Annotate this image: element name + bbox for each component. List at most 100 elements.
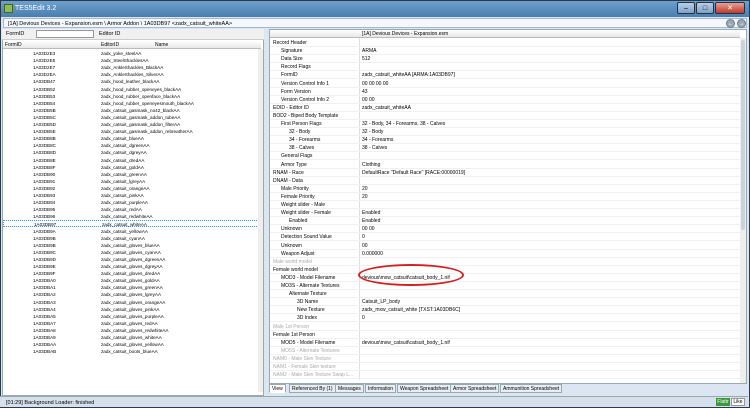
record-row[interactable]: 1A03DB95 zadx_catsuit_redAA (3, 206, 261, 213)
record-row[interactable]: 1A03DBA2 zadx_catsuit_gloves_lgreyAA (3, 291, 261, 298)
minimize-button[interactable]: – (677, 2, 695, 14)
field-row[interactable]: Version Control Info 2 00 00 (270, 96, 740, 104)
record-row[interactable]: 1A03DB93 zadx_catsuit_pinkAA (3, 192, 261, 199)
field-row[interactable]: Form Version 43 (270, 88, 740, 96)
field-row[interactable]: 38 - Calves 38 - Calves (270, 144, 740, 153)
record-row[interactable]: 1A03DB96 zadx_catsuit_redwhiteAA (3, 213, 261, 220)
field-row[interactable]: Male Priority 20 (270, 185, 740, 193)
back-arrow-icon[interactable]: ← (726, 19, 735, 28)
maximize-button[interactable]: □ (696, 2, 714, 14)
field-row[interactable]: MO5S - Alternate Textures (270, 347, 740, 355)
field-row[interactable]: Female 1st Person (270, 331, 740, 339)
record-row[interactable]: 1A03DB47 zadx_hood_leather_blackAA (3, 78, 261, 85)
field-row[interactable]: FormID zadx_catsuit_whiteAA [ARMA:1A03DB9… (270, 71, 740, 80)
field-row[interactable]: MOD3 - Model Filename devious\mxw_catsuit… (270, 274, 740, 282)
record-row[interactable]: 1A03DBA9 zadx_catsuit_gloves_whiteAA (3, 334, 261, 341)
field-row[interactable]: Signature ARMA (270, 47, 740, 56)
record-row[interactable]: 1A03DB8D zadx_catsuit_dgreyAA (3, 149, 261, 156)
field-row[interactable]: 3D Name Catsuit_LP_body (270, 298, 740, 307)
record-row[interactable]: 1A03DBAA zadx_catsuit_gloves_yellowAA (3, 341, 261, 348)
record-row[interactable]: 1A03DB5B zadx_catsuit_gasmask_no42_blackA… (3, 107, 261, 114)
field-row[interactable]: Unknown 00 00 (270, 225, 740, 234)
field-row[interactable]: First Person Flags 32 - Body, 34 - Forear… (270, 120, 740, 128)
record-row[interactable]: 1A03DB9E zadx_catsuit_gloves_dgreyAA (3, 263, 261, 270)
record-row[interactable]: 1A03DB9F zadx_catsuit_gloves_dredAA (3, 270, 261, 277)
record-row[interactable]: 1A03DB54 zadx_hood_rubber_openeyesmouth_b… (3, 100, 261, 107)
forward-arrow-icon[interactable]: → (737, 19, 746, 28)
record-row[interactable]: 1A03DB8C zadx_catsuit_dgreenAA (3, 142, 261, 149)
record-row[interactable]: 1A03D2EA zadx_AnkleShackles_SilverAA (3, 71, 261, 78)
tab-ammunition-spreadsheet[interactable]: Ammunition Spreadsheet (500, 384, 563, 393)
record-row[interactable]: 1A03DBA0 zadx_catsuit_gloves_goldAA (3, 277, 261, 284)
tab-messages[interactable]: Messages (335, 384, 364, 393)
record-row[interactable]: 1A03DB92 zadx_catsuit_orangeAA (3, 185, 261, 192)
field-row[interactable]: Female world model (270, 266, 740, 274)
field-row[interactable]: Male world model (270, 258, 740, 266)
field-row[interactable]: Armor Type Clothing (270, 161, 740, 169)
field-row[interactable]: RNAM - Race DefaultRace "Default Race" [R… (270, 169, 740, 177)
field-row[interactable]: Female Priority 20 (270, 193, 740, 201)
record-row[interactable]: 1A03DB9D zadx_catsuit_gloves_dgreenAA (3, 256, 261, 263)
record-row[interactable]: 1A03DBA8 zadx_catsuit_gloves_redwhiteAA (3, 327, 261, 334)
field-row[interactable]: Detection Sound Value 0 (270, 233, 740, 242)
field-row[interactable]: NAM2 - Male Skin Texture Swap L... (270, 371, 740, 380)
field-row[interactable]: MO3S - Alternate Textures (270, 282, 740, 290)
record-row[interactable]: 1A03DB5C zadx_catsuit_gasmask_addon_tubeA… (3, 114, 261, 121)
field-row[interactable]: Weapon Adjust 0.000000 (270, 250, 740, 258)
field-row[interactable]: New Texture zadx_mxw_catsuit_white [TXST:… (270, 306, 740, 315)
field-row[interactable]: General Flags (270, 152, 740, 161)
left-scrollbar[interactable] (258, 49, 263, 392)
field-row[interactable]: Weight slider - Male (270, 201, 740, 209)
field-row[interactable]: BOD2 - Biped Body Template (270, 112, 740, 120)
right-scrollbar-thumb[interactable] (741, 40, 745, 230)
close-button[interactable]: ✕ (715, 2, 745, 14)
editorid-column-header[interactable]: EditorID (101, 42, 119, 48)
like-badge[interactable]: Like (731, 398, 745, 406)
record-row[interactable]: 1A03DB9B zadx_catsuit_gloves_blueAA (3, 242, 261, 249)
record-row[interactable]: 1A03DB8E zadx_catsuit_dredAA (3, 157, 261, 164)
name-column-header[interactable]: Name (155, 42, 168, 48)
tab-view[interactable]: View (269, 384, 286, 393)
flattr-badge[interactable]: Flattr (716, 398, 730, 406)
tab-information[interactable]: Information (365, 384, 397, 393)
field-row[interactable]: Record Flags (270, 63, 740, 72)
field-row[interactable]: 34 - Forearms 34 - Forearms (270, 136, 740, 145)
formid-column-header[interactable]: FormID (5, 42, 22, 48)
record-row[interactable]: 1A03DBA4 zadx_catsuit_gloves_pinkAA (3, 306, 261, 313)
record-row[interactable]: 1A03DB9C zadx_catsuit_gloves_cyanAA (3, 249, 261, 256)
record-row[interactable]: 1A03DB9A zadx_catsuit_yellowAA (3, 228, 261, 235)
record-row[interactable]: 1A03D2E3 zadx_yoke_steelAA (3, 50, 261, 57)
field-row[interactable]: Enabled Enabled (270, 217, 740, 226)
record-row[interactable]: 1A03DBA5 zadx_catsuit_gloves_purpleAA (3, 313, 261, 320)
record-row[interactable]: 1A03DB9B zadx_catsuit_cyanAA (3, 235, 261, 242)
field-row[interactable]: Record Header (270, 39, 740, 47)
record-row[interactable]: 1A03DB5D zadx_catsuit_gasmask_addon_filte… (3, 121, 261, 128)
formid-filter-input[interactable] (36, 30, 94, 38)
field-row[interactable]: Unknown 00 (270, 242, 740, 250)
field-row[interactable]: Male 1st Person (270, 323, 740, 331)
record-row[interactable]: 1A03DB53 zadx_hood_rubber_openface_blackA… (3, 93, 261, 100)
field-row[interactable]: 3D Index 0 (270, 314, 740, 323)
field-row[interactable]: Version Control Info 1 00 00 00 00 (270, 80, 740, 88)
record-row[interactable]: 1A03DB94 zadx_catsuit_purpleAA (3, 199, 261, 206)
field-row[interactable]: EDID - Editor ID zadx_catsuit_whiteAA (270, 104, 740, 112)
tab-weapon-spreadsheet[interactable]: Weapon Spreadsheet (397, 384, 452, 393)
record-row[interactable]: 1A03DB5E zadx_catsuit_gasmask_addon_rebre… (3, 128, 261, 135)
field-row[interactable]: 32 - Body 32 - Body (270, 128, 740, 137)
record-row[interactable]: 1A03DB8B zadx_catsuit_blueAA (3, 135, 261, 142)
field-row[interactable]: MOD5 - Model Filename devious\mxw_catsuit… (270, 339, 740, 347)
record-row[interactable]: 1A03D2E7 zadx_AnkleShackles_BlackAA (3, 64, 261, 71)
tab-referenced-by[interactable]: Referenced By (1) (289, 384, 336, 393)
field-row[interactable]: NAM0 - Male Skin Texture (270, 355, 740, 363)
record-row[interactable]: 1A03DBA3 zadx_catsuit_gloves_orangeAA (3, 299, 261, 306)
record-row[interactable]: 1A03DBA1 zadx_catsuit_gloves_greenAA (3, 284, 261, 291)
field-row[interactable]: Weight slider - Female Enabled (270, 209, 740, 218)
record-row[interactable]: 1A03DB8F zadx_catsuit_goldAA (3, 164, 261, 171)
record-row[interactable]: 1A03DB97 zadx_catsuit_whiteAA (3, 220, 261, 228)
record-row[interactable]: 1A03DB90 zadx_catsuit_greenAA (3, 171, 261, 178)
field-row[interactable]: NAM1 - Female Skin texture (270, 363, 740, 371)
field-row[interactable]: Alternate Texture (270, 290, 740, 299)
record-row[interactable]: 1A03DBA7 zadx_catsuit_gloves_redAA (3, 320, 261, 327)
field-row[interactable]: DNAM - Data (270, 177, 740, 185)
tab-armor-spreadsheet[interactable]: Armor Spreadsheet (450, 384, 500, 393)
